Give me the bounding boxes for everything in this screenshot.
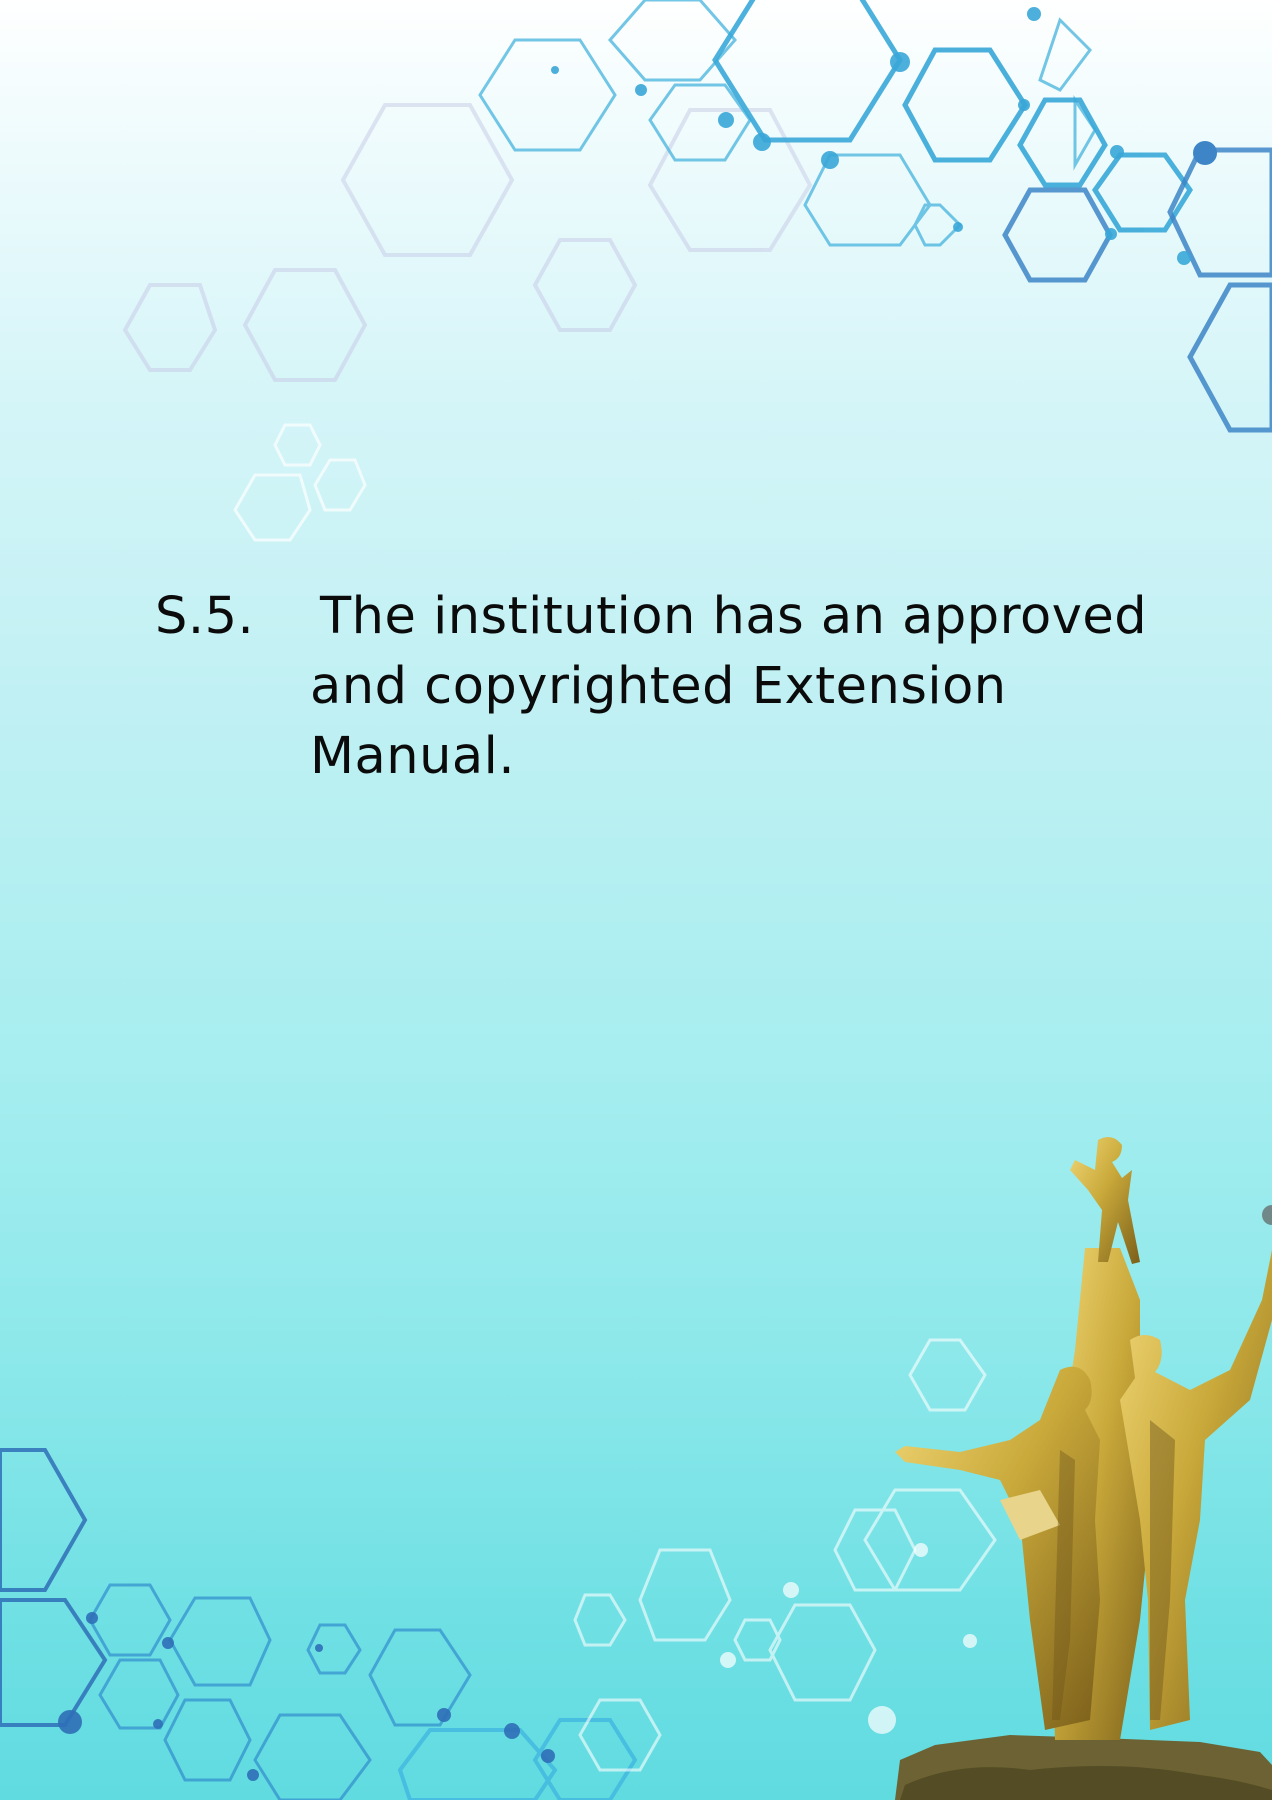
statement-line: Manual. [310, 727, 516, 786]
document-page: S.5. The institution has an approved and… [0, 0, 1272, 1800]
statement-text: The institution has an approved and copy… [310, 582, 1148, 792]
statement-number: S.5. [155, 587, 255, 646]
statement-line: The institution has an approved [320, 587, 1148, 646]
hexagon-network-decoration [0, 0, 1272, 1800]
statue-illustration [895, 1136, 1272, 1800]
statement-line: and copyrighted Extension [310, 657, 1007, 716]
